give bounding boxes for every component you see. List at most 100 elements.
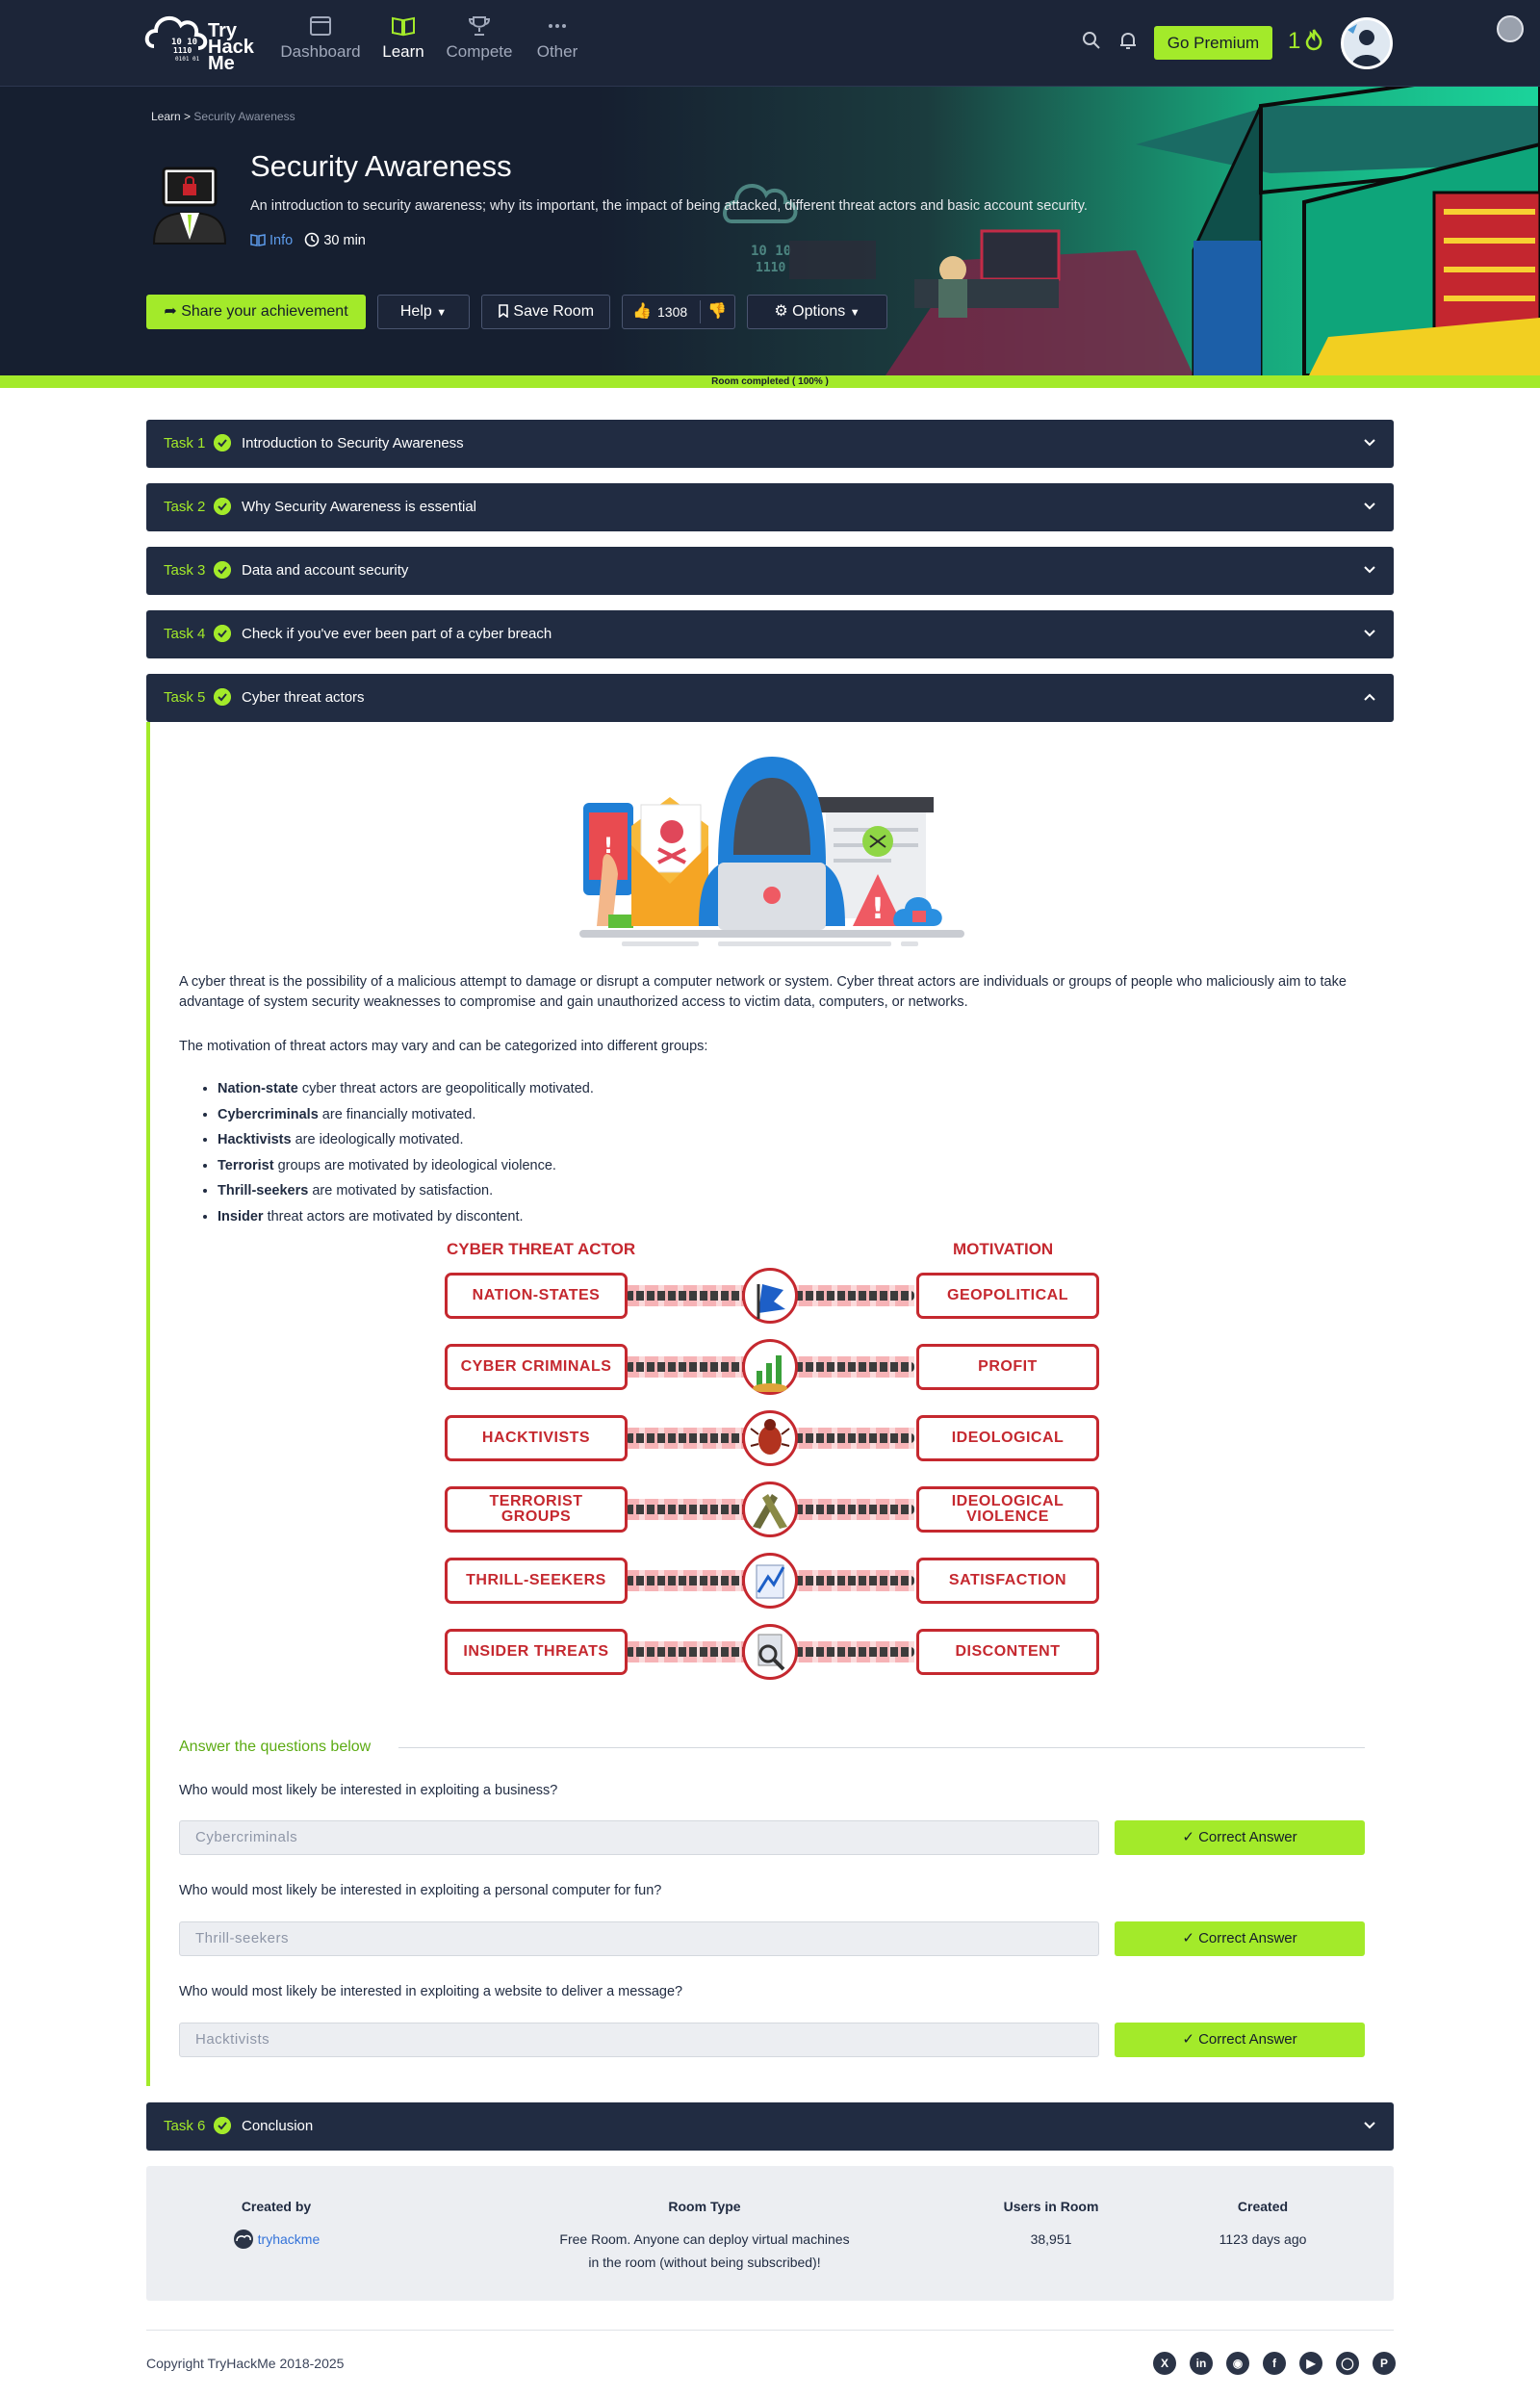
diagram-right-header: MOTIVATION (953, 1240, 1054, 1258)
check-circle-icon (214, 434, 231, 451)
bell-icon[interactable] (1116, 29, 1140, 52)
footer-divider (146, 2330, 1394, 2331)
top-navbar: 10 10 1110 0101 01 Try Hack Me Dashboard… (0, 0, 1540, 87)
share-icon: ➦ (164, 303, 177, 320)
check-icon: ✓ (1182, 1930, 1194, 1946)
book-open-icon (250, 234, 266, 246)
vote-group: 👍 1308 👎 (622, 295, 735, 329)
question-3-text: Who would most likely be interested in e… (179, 1984, 683, 1999)
go-premium-button[interactable]: Go Premium (1154, 26, 1272, 60)
list-item: Nation-state cyber threat actors are geo… (218, 1076, 594, 1102)
search-icon[interactable] (1080, 29, 1103, 52)
users-value: 38,951 (1030, 2231, 1072, 2247)
task-number: Task 4 (164, 626, 206, 642)
question-2-answer-field[interactable]: Thrill-seekers (179, 1921, 1099, 1956)
check-circle-icon (214, 625, 231, 642)
pinterest-icon[interactable]: P (1373, 2352, 1396, 2375)
question-1-answer-field[interactable]: Cybercriminals (179, 1820, 1099, 1855)
svg-text:10 10: 10 10 (751, 244, 791, 259)
chevron-down-icon (1364, 503, 1375, 510)
nav-compete[interactable]: Compete (436, 15, 523, 62)
actor-box: CYBER CRIMINALS (445, 1344, 628, 1390)
question-3-correct-button[interactable]: ✓ Correct Answer (1115, 2023, 1365, 2057)
motivation-box: IDEOLOGICAL VIOLENCE (916, 1486, 1099, 1533)
task-3-header[interactable]: Task 3 Data and account security (146, 547, 1394, 595)
thumbs-up-icon[interactable]: 👍 (632, 296, 652, 328)
task-1-header[interactable]: Task 1 Introduction to Security Awarenes… (146, 420, 1394, 468)
facebook-icon[interactable]: f (1263, 2352, 1286, 2375)
task-6-header[interactable]: Task 6 Conclusion (146, 2102, 1394, 2151)
room-duration: 30 min (323, 233, 366, 248)
actor-symbol-icon (742, 1339, 798, 1395)
users-column: Users in Room 38,951 (984, 2199, 1118, 2251)
task-number: Task 3 (164, 562, 206, 579)
svg-text:1110: 1110 (173, 46, 192, 55)
created-by-heading: Created by (241, 2199, 312, 2214)
question-3-answer-field[interactable]: Hacktivists (179, 2023, 1099, 2057)
vote-divider (700, 300, 701, 323)
breadcrumb-current: Security Awareness (193, 110, 295, 123)
svg-text:0101 01: 0101 01 (175, 56, 200, 63)
list-item: Thrill-seekers are motivated by satisfac… (218, 1178, 594, 1204)
chevron-up-icon (1364, 693, 1375, 701)
task-2-header[interactable]: Task 2 Why Security Awareness is essenti… (146, 483, 1394, 531)
motivation-box: IDEOLOGICAL (916, 1415, 1099, 1461)
task-4-header[interactable]: Task 4 Check if you've ever been part of… (146, 610, 1394, 658)
task-number: Task 2 (164, 499, 206, 515)
creator-link[interactable]: tryhackme (258, 2231, 321, 2247)
chevron-down-icon (1364, 630, 1375, 637)
answer-section-header: Answer the questions below (179, 1739, 372, 1755)
flame-icon (1306, 29, 1322, 51)
actor-box: NATION-STATES (445, 1273, 628, 1319)
copyright-text: Copyright TryHackMe 2018-2025 (146, 2356, 345, 2371)
user-avatar[interactable] (1341, 17, 1393, 69)
actor-box: THRILL-SEEKERS (445, 1558, 628, 1604)
motivation-box: SATISFACTION (916, 1558, 1099, 1604)
check-circle-icon (214, 688, 231, 706)
question-2-correct-button[interactable]: ✓ Correct Answer (1115, 1921, 1365, 1956)
streak-counter[interactable]: 1 (1288, 27, 1324, 56)
question-1-text: Who would most likely be interested in e… (179, 1783, 558, 1798)
created-by-value: tryhackme (214, 2228, 339, 2251)
youtube-icon[interactable]: ▶ (1299, 2352, 1322, 2375)
clock-icon (305, 232, 320, 247)
actor-symbol-icon (742, 1410, 798, 1466)
instagram-icon[interactable]: ◯ (1336, 2352, 1359, 2375)
breadcrumb-learn[interactable]: Learn (151, 110, 181, 123)
save-room-button[interactable]: Save Room (481, 295, 610, 329)
chevron-down-icon (1364, 439, 1375, 447)
floating-circle-button[interactable] (1497, 15, 1524, 42)
help-dropdown-button[interactable]: Help ▼ (377, 295, 470, 329)
users-heading: Users in Room (1003, 2199, 1099, 2214)
room-info-link[interactable]: Info (250, 233, 293, 248)
logo-wordmark: Try Hack Me (208, 20, 254, 74)
task-title: Cyber threat actors (242, 689, 365, 706)
tryhackme-logo[interactable]: 10 10 1110 0101 01 Try Hack Me (144, 10, 260, 77)
avatar-image (1344, 20, 1390, 66)
task-title: Conclusion (242, 2118, 314, 2134)
created-by-column: Created by tryhackme (214, 2199, 339, 2251)
nav-other[interactable]: Other (514, 15, 601, 62)
caret-down-icon: ▼ (849, 307, 860, 319)
options-dropdown-button[interactable]: ⚙ Options ▼ (747, 295, 887, 329)
room-banner-illustration: 10 10 1110 (597, 87, 1540, 375)
discord-icon[interactable]: ◉ (1226, 2352, 1249, 2375)
task-5-header[interactable]: Task 5 Cyber threat actors (146, 674, 1394, 722)
breadcrumb-separator: > (184, 110, 192, 123)
check-circle-icon (214, 498, 231, 515)
x-icon[interactable]: X (1153, 2352, 1176, 2375)
nav-dashboard[interactable]: Dashboard (277, 15, 364, 62)
caret-down-icon: ▼ (436, 307, 448, 319)
progress-label: Room completed ( 100% ) (711, 376, 829, 387)
ellipsis-icon (549, 24, 566, 28)
actor-box: INSIDER THREATS (445, 1629, 628, 1675)
check-icon: ✓ (1182, 2031, 1194, 2048)
thumbs-down-icon[interactable]: 👎 (707, 296, 727, 328)
svg-text:1110: 1110 (756, 261, 785, 275)
linkedin-icon[interactable]: in (1190, 2352, 1213, 2375)
nav-learn[interactable]: Learn (360, 15, 447, 62)
actor-box: HACKTIVISTS (445, 1415, 628, 1461)
question-1-correct-button[interactable]: ✓ Correct Answer (1115, 1820, 1365, 1855)
task-title: Why Security Awareness is essential (242, 499, 476, 515)
share-achievement-button[interactable]: ➦ Share your achievement (146, 295, 366, 329)
